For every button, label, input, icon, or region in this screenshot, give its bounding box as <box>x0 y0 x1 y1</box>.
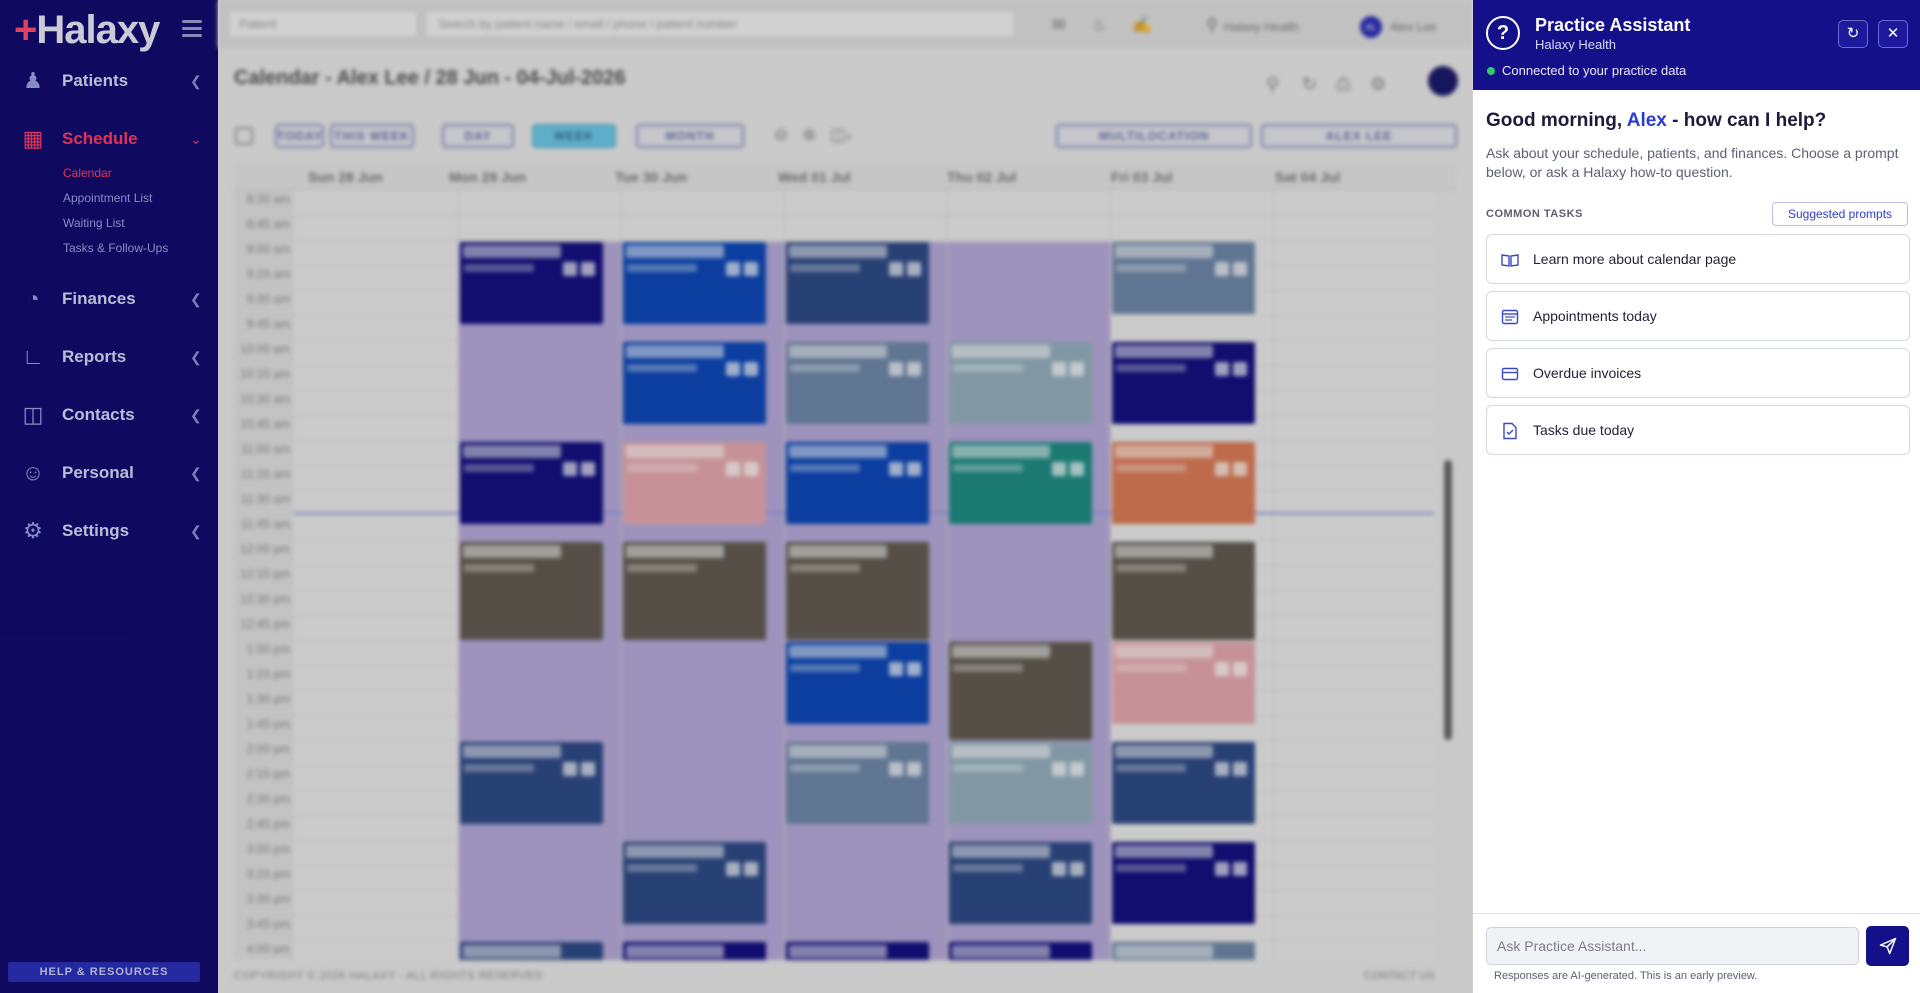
task-appointments-today[interactable]: Appointments today <box>1486 291 1910 341</box>
ask-assistant-input[interactable] <box>1486 927 1859 965</box>
calendar-list-icon <box>1501 309 1519 325</box>
send-button[interactable] <box>1866 926 1909 966</box>
help-question-icon: ? <box>1486 16 1520 50</box>
task-learn-calendar[interactable]: Learn more about calendar page <box>1486 234 1910 284</box>
close-button[interactable]: ✕ <box>1878 20 1908 48</box>
checklist-icon <box>1503 422 1517 440</box>
assistant-subtitle: Halaxy Health <box>1535 37 1616 52</box>
connected-status-icon <box>1487 67 1495 75</box>
connection-status: Connected to your practice data <box>1502 63 1687 78</box>
refresh-button[interactable]: ↻ <box>1838 20 1868 48</box>
book-icon <box>1501 254 1519 267</box>
modal-backdrop[interactable] <box>0 0 1472 993</box>
credit-card-icon <box>1501 367 1519 381</box>
task-overdue-invoices[interactable]: Overdue invoices <box>1486 348 1910 398</box>
task-tasks-due-today[interactable]: Tasks due today <box>1486 405 1910 455</box>
close-icon: ✕ <box>1886 25 1900 42</box>
practice-assistant-panel: ? Practice Assistant Halaxy Health Conne… <box>1472 0 1920 993</box>
assistant-header: ? Practice Assistant Halaxy Health Conne… <box>1473 0 1920 90</box>
assistant-intro: Ask about your schedule, patients, and f… <box>1486 145 1899 180</box>
greeting-heading: Good morning, Alex - how can I help? <box>1486 110 1827 131</box>
common-tasks-label: COMMON TASKS <box>1486 208 1583 220</box>
suggested-prompts-button[interactable]: Suggested prompts <box>1772 202 1908 226</box>
send-icon <box>1879 937 1897 955</box>
refresh-icon: ↻ <box>1846 25 1860 42</box>
ai-disclaimer: Responses are AI-generated. This is an e… <box>1494 970 1758 982</box>
assistant-title: Practice Assistant <box>1535 15 1691 35</box>
